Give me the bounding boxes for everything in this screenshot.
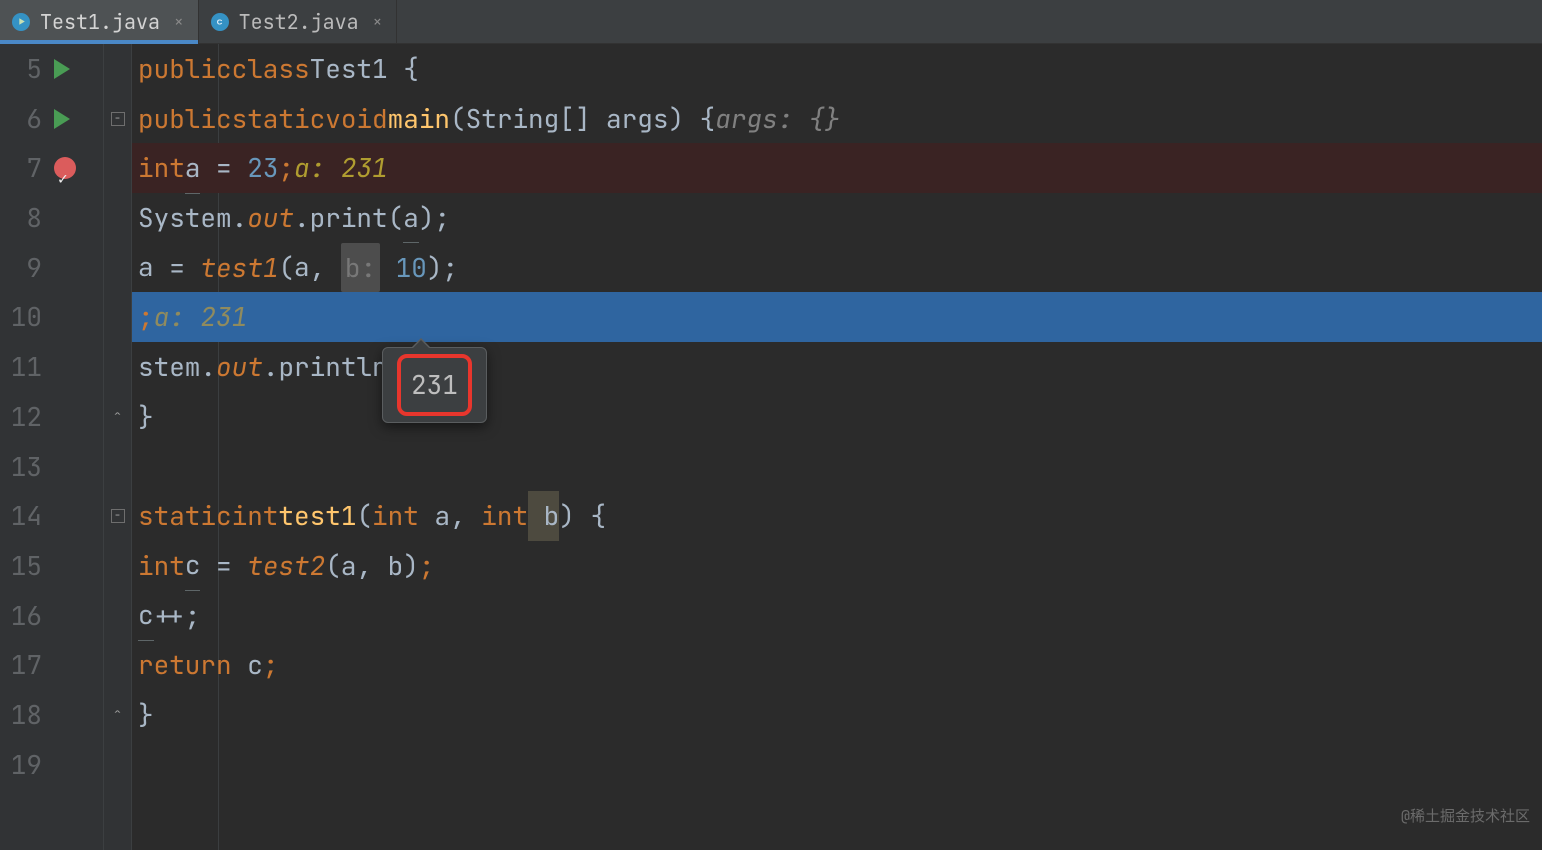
inline-debug-value: a: 231 [294, 143, 388, 193]
code-line[interactable]: return c; [132, 640, 1542, 690]
tab-label: Test1.java [40, 9, 160, 35]
fold-end-icon[interactable]: ⌃ [111, 708, 125, 722]
code-line[interactable]: } [132, 690, 1542, 740]
line-number: 5 [10, 44, 42, 94]
code-line[interactable]: System.out.print(a); [132, 193, 1542, 243]
tab-label: Test2.java [239, 9, 359, 35]
run-icon[interactable] [54, 109, 70, 129]
gutter[interactable]: 5 6 7 8 9 10 11 12 13 14 15 16 17 18 19 [0, 44, 104, 850]
code-line[interactable]: a = test1(a, b: 10); [132, 243, 1542, 293]
fold-groove: − ⌃ − ⌃ [104, 44, 132, 850]
line-number: 7 [10, 143, 42, 193]
code-editor[interactable]: 5 6 7 8 9 10 11 12 13 14 15 16 17 18 19 … [0, 44, 1542, 850]
line-number: 11 [10, 342, 42, 392]
code-line[interactable]: int c = test2(a, b); [132, 541, 1542, 591]
line-number: 17 [10, 640, 42, 690]
watermark: @稀土掘金技术社区 [1401, 792, 1530, 842]
close-icon[interactable]: × [373, 11, 383, 32]
code-line[interactable]: public class Test1 { [132, 44, 1542, 94]
line-number: 12 [10, 392, 42, 442]
code-line[interactable] [132, 442, 1542, 492]
line-number: 9 [10, 243, 42, 293]
code-line[interactable]: stem.out.println(a); [132, 342, 1542, 392]
code-line[interactable]: c++; [132, 591, 1542, 641]
tab-test1[interactable]: Test1.java × [0, 0, 199, 43]
line-number: 15 [10, 541, 42, 591]
editor-tabs: Test1.java × C Test2.java × [0, 0, 1542, 44]
java-file-icon [12, 13, 30, 31]
code-area[interactable]: public class Test1 { public static void … [132, 44, 1542, 850]
tooltip-value: 231 [411, 367, 458, 402]
line-number: 13 [10, 442, 42, 492]
run-icon[interactable] [54, 59, 70, 79]
inlay-hint: b: [341, 243, 380, 293]
code-line[interactable] [132, 740, 1542, 790]
ide-root: Test1.java × C Test2.java × 5 6 7 8 9 10… [0, 0, 1542, 850]
fold-toggle-icon[interactable]: − [111, 509, 125, 523]
code-line[interactable]: } [132, 392, 1542, 442]
code-line[interactable]: public static void main(String[] args) {… [132, 94, 1542, 144]
fold-end-icon[interactable]: ⌃ [111, 410, 125, 424]
tab-test2[interactable]: C Test2.java × [199, 0, 398, 43]
svg-text:C: C [217, 17, 223, 26]
line-number: 14 [10, 491, 42, 541]
breakpoint-icon[interactable] [54, 157, 76, 179]
line-number: 19 [10, 740, 42, 790]
debug-value-tooltip: 231 [382, 347, 487, 423]
annotation-highlight: 231 [397, 354, 472, 416]
line-number: 10 [10, 292, 42, 342]
code-line[interactable]: static int test1(int a, int b) { [132, 491, 1542, 541]
code-line[interactable]: ; a: 231 [132, 292, 1542, 342]
line-number: 16 [10, 591, 42, 641]
close-icon[interactable]: × [174, 11, 184, 32]
line-number: 6 [10, 94, 42, 144]
code-line[interactable]: int a = 23; a: 231 [132, 143, 1542, 193]
fold-toggle-icon[interactable]: − [111, 112, 125, 126]
line-number: 18 [10, 690, 42, 740]
inline-debug-value: a: 231 [154, 292, 248, 342]
inlay-hint: args: {} [715, 94, 840, 144]
line-number: 8 [10, 193, 42, 243]
java-file-icon: C [211, 13, 229, 31]
